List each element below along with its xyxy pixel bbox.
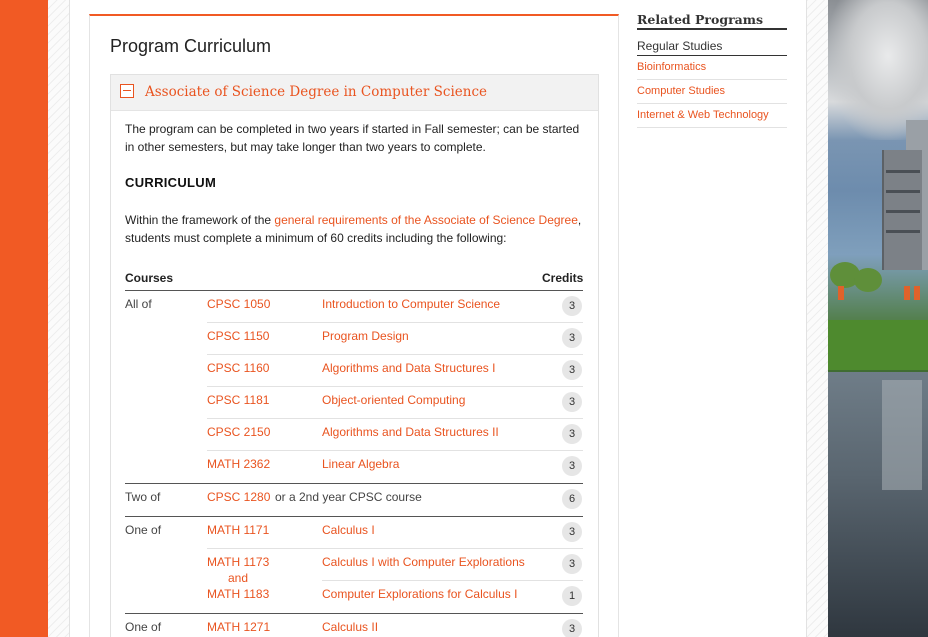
row-divider xyxy=(207,548,583,549)
credit-badge: 3 xyxy=(562,360,582,380)
course-code-cpsc-1150[interactable]: CPSC 1150 xyxy=(207,329,269,343)
course-title-math-1183[interactable]: Computer Explorations for Calculus I xyxy=(322,587,517,601)
program-intro: The program can be completed in two year… xyxy=(125,122,580,154)
row-divider xyxy=(207,418,583,419)
course-code-cpsc-1050[interactable]: CPSC 1050 xyxy=(207,297,270,311)
sidebar-link-bioinformatics[interactable]: Bioinformatics xyxy=(637,56,787,80)
credits-column-header: Credits xyxy=(542,271,584,285)
accordion-header[interactable]: Associate of Science Degree in Computer … xyxy=(111,75,598,111)
group-label-one-of-2: One of xyxy=(125,620,162,634)
course-alternative-text: or a 2nd year CPSC course xyxy=(275,490,422,504)
course-code-cpsc-2150[interactable]: CPSC 2150 xyxy=(207,425,270,439)
left-hatched-border xyxy=(48,0,70,637)
general-requirements-link[interactable]: general requirements of the Associate of… xyxy=(274,213,578,227)
group-divider xyxy=(125,483,583,484)
group-label-all-of: All of xyxy=(125,297,152,311)
course-title-cpsc-1160[interactable]: Algorithms and Data Structures I xyxy=(322,361,495,375)
course-title-math-1271[interactable]: Calculus II xyxy=(322,620,378,634)
course-title-math-1173[interactable]: Calculus I with Computer Explorations xyxy=(322,555,525,569)
course-code-cpsc-1160[interactable]: CPSC 1160 xyxy=(207,361,269,375)
table-header-rule xyxy=(125,290,583,291)
page-title: Program Curriculum xyxy=(110,36,272,56)
course-code-math-1173[interactable]: MATH 1173 xyxy=(207,555,269,569)
and-connector: and xyxy=(228,571,249,585)
course-title-cpsc-1181[interactable]: Object-oriented Computing xyxy=(322,393,465,407)
row-divider xyxy=(207,386,583,387)
sidebar-link-internet-web-technology[interactable]: Internet & Web Technology xyxy=(637,104,787,128)
row-divider xyxy=(207,322,583,323)
group-divider xyxy=(125,613,583,614)
course-title-cpsc-1050[interactable]: Introduction to Computer Science xyxy=(322,297,500,311)
framework-text-before: Within the framework of the xyxy=(125,213,275,227)
courses-column-header: Courses xyxy=(125,271,174,285)
row-divider xyxy=(207,450,583,451)
group-label-two-of: Two of xyxy=(125,490,161,504)
credit-badge: 3 xyxy=(562,328,582,348)
course-code-math-2362[interactable]: MATH 2362 xyxy=(207,457,270,471)
credit-badge: 3 xyxy=(562,296,582,316)
related-programs-sidebar: Related Programs Regular Studies Bioinfo… xyxy=(637,12,787,128)
curriculum-heading: CURRICULUM xyxy=(125,175,217,190)
course-code-math-1271[interactable]: MATH 1271 xyxy=(207,620,270,634)
right-hatched-border xyxy=(806,0,828,637)
course-title-math-2362[interactable]: Linear Algebra xyxy=(322,457,399,471)
course-code-cpsc-1181[interactable]: CPSC 1181 xyxy=(207,393,269,407)
course-title-cpsc-2150[interactable]: Algorithms and Data Structures II xyxy=(322,425,499,439)
course-code-math-1183[interactable]: MATH 1183 xyxy=(207,587,269,601)
sidebar-link-computer-studies[interactable]: Computer Studies xyxy=(637,80,787,104)
credit-badge: 3 xyxy=(562,619,582,637)
course-code-math-1171[interactable]: MATH 1171 xyxy=(207,523,269,537)
campus-photo xyxy=(828,0,928,637)
credit-badge: 3 xyxy=(562,392,582,412)
framework-paragraph: Within the framework of the general requ… xyxy=(125,211,585,247)
course-title-cpsc-1150[interactable]: Program Design xyxy=(322,329,409,343)
minus-box-icon[interactable] xyxy=(120,84,134,98)
accordion-title[interactable]: Associate of Science Degree in Computer … xyxy=(145,84,487,100)
main-content: Program Curriculum Associate of Science … xyxy=(89,14,619,637)
credit-badge: 6 xyxy=(562,489,582,509)
credit-badge: 3 xyxy=(562,456,582,476)
course-code-cpsc-1280[interactable]: CPSC 1280 xyxy=(207,490,270,504)
sidebar-subheading: Regular Studies xyxy=(637,39,787,56)
row-divider xyxy=(207,354,583,355)
credit-badge: 3 xyxy=(562,554,582,574)
group-divider xyxy=(125,516,583,517)
row-divider xyxy=(322,580,583,581)
sidebar-title: Related Programs xyxy=(637,12,787,30)
orange-side-bar xyxy=(0,0,48,637)
credit-badge: 3 xyxy=(562,522,582,542)
course-title-math-1171[interactable]: Calculus I xyxy=(322,523,375,537)
group-label-one-of: One of xyxy=(125,523,162,537)
credit-badge: 3 xyxy=(562,424,582,444)
credit-badge: 1 xyxy=(562,586,582,606)
curriculum-accordion: Associate of Science Degree in Computer … xyxy=(110,74,599,637)
